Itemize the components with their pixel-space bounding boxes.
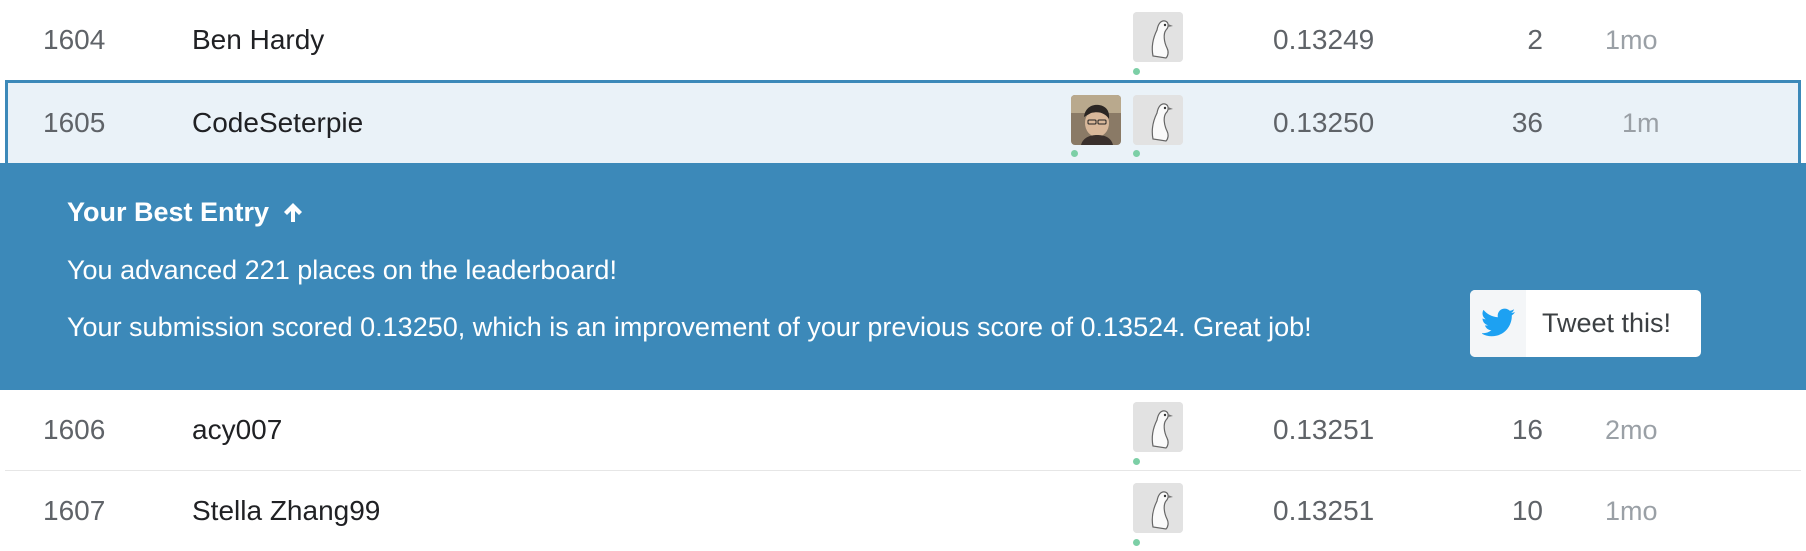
entries-count: 10 [1511, 495, 1543, 526]
rank: 1604 [43, 24, 106, 55]
leaderboard-row[interactable]: 1607 Stella Zhang99 0.13251 10 1mo [5, 471, 1801, 548]
rank: 1605 [43, 107, 106, 138]
rank: 1607 [43, 495, 106, 526]
team-name[interactable]: Ben Hardy [192, 0, 324, 80]
online-dot [1133, 539, 1140, 546]
online-dot [1071, 150, 1078, 157]
score: 0.13250 [1273, 107, 1375, 138]
advanced-message: You advanced 221 places on the leaderboa… [67, 255, 617, 285]
team-name[interactable]: acy007 [192, 390, 282, 470]
last-submission: 1m [1622, 108, 1660, 138]
score: 0.13249 [1273, 24, 1375, 55]
rank: 1606 [43, 414, 106, 445]
last-submission: 1mo [1605, 25, 1658, 55]
goose-avatar-icon[interactable] [1133, 483, 1183, 533]
best-entry-banner: Your Best Entry You advanced 221 places … [0, 163, 1806, 390]
online-dot [1133, 150, 1140, 157]
goose-avatar-icon[interactable] [1133, 95, 1183, 145]
entries-count: 36 [1511, 107, 1543, 138]
banner-title-text: Your Best Entry [67, 197, 270, 227]
current-user-row[interactable]: 1605 CodeSeterpie 0.13250 36 1m [5, 80, 1801, 165]
online-dot [1133, 458, 1140, 465]
entries-count: 2 [1527, 24, 1543, 55]
team-name[interactable]: Stella Zhang99 [192, 471, 380, 551]
goose-avatar-icon[interactable] [1133, 402, 1183, 452]
improvement-message: Your submission scored 0.13250, which is… [67, 312, 1312, 342]
team-name[interactable]: CodeSeterpie [192, 83, 363, 163]
banner-title: Your Best Entry [67, 197, 305, 228]
tweet-button[interactable]: Tweet this! [1470, 290, 1701, 357]
score: 0.13251 [1273, 495, 1375, 526]
score: 0.13251 [1273, 414, 1375, 445]
goose-avatar-icon[interactable] [1133, 12, 1183, 62]
entries-count: 16 [1511, 414, 1543, 445]
leaderboard-row[interactable]: 1606 acy007 0.13251 16 2mo [5, 390, 1801, 471]
leaderboard-row[interactable]: 1604 Ben Hardy 0.13249 2 1mo [5, 0, 1801, 81]
user-photo-avatar-icon[interactable] [1071, 95, 1121, 145]
online-dot [1133, 68, 1140, 75]
last-submission: 1mo [1605, 496, 1658, 526]
arrow-up-icon [281, 197, 305, 228]
last-submission: 2mo [1605, 415, 1658, 445]
twitter-bird-icon [1470, 290, 1526, 357]
tweet-label: Tweet this! [1542, 308, 1672, 338]
